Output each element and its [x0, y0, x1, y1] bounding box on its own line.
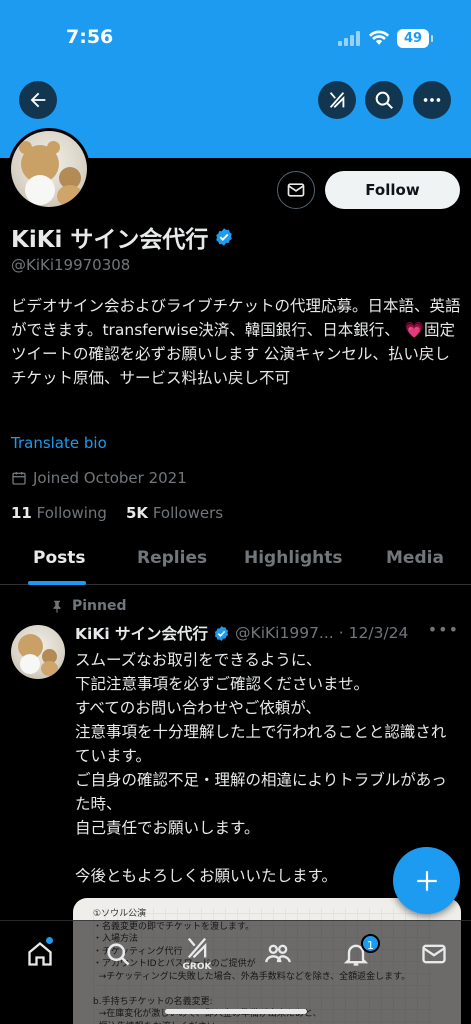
following-label: Following	[36, 504, 107, 522]
followers-label: Followers	[152, 504, 224, 522]
profile-tabs: Posts Replies Highlights Media	[0, 536, 471, 585]
search-icon	[107, 943, 130, 966]
translate-bio-link[interactable]: Translate bio	[11, 434, 107, 452]
follow-button[interactable]: Follow	[325, 171, 460, 209]
tab-highlights[interactable]: Highlights	[244, 548, 343, 568]
profile-avatar[interactable]	[8, 128, 90, 210]
post-more-button[interactable]: •••	[428, 620, 459, 639]
pinned-label: Pinned	[50, 598, 127, 614]
nav-search[interactable]	[103, 939, 133, 969]
message-button[interactable]	[277, 171, 315, 209]
arrow-left-icon	[30, 92, 46, 108]
plus-icon	[416, 870, 437, 891]
pinned-text: Pinned	[72, 598, 127, 614]
search-icon	[375, 91, 393, 109]
mail-icon	[422, 944, 446, 964]
nav-communities[interactable]	[263, 939, 293, 969]
post-text: スムーズなお取引をできるように、 下記注意事項を必ずご確認くださいませ。 すべて…	[75, 651, 447, 885]
home-indicator[interactable]	[165, 1009, 307, 1014]
post-avatar[interactable]	[11, 625, 65, 679]
followers-count: 5K	[125, 504, 149, 522]
verified-badge-icon[interactable]	[214, 227, 234, 247]
cellular-signal-icon	[338, 31, 362, 46]
active-tab-indicator	[28, 581, 86, 585]
grok-icon	[187, 937, 207, 959]
post-date[interactable]: 12/3/24	[349, 624, 409, 642]
more-button[interactable]	[413, 81, 451, 119]
mail-icon	[287, 183, 305, 197]
joined-date: Joined October 2021	[11, 469, 187, 487]
post-author-handle[interactable]: @KiKi1997...	[235, 624, 334, 642]
follow-stats: 11 Following 5K Followers	[11, 504, 223, 522]
wifi-icon	[368, 30, 390, 45]
notification-count-badge: 1	[361, 934, 380, 953]
status-bar: 7:56 49	[0, 0, 471, 72]
avatar-image	[11, 131, 87, 207]
post-separator: ·	[338, 624, 344, 642]
tab-posts[interactable]: Posts	[33, 548, 86, 568]
pin-icon	[53, 600, 61, 613]
grok-label: GROK	[182, 962, 212, 972]
compose-post-button[interactable]	[393, 847, 460, 914]
calendar-icon	[12, 472, 26, 485]
back-button[interactable]	[19, 81, 57, 119]
search-button[interactable]	[365, 81, 403, 119]
people-icon	[265, 944, 291, 963]
nav-messages[interactable]	[419, 939, 449, 969]
profile-bio: ビデオサイン会およびライブチケットの代理応募。日本語、英語ができます。trans…	[11, 297, 461, 387]
verified-badge-icon	[214, 625, 229, 641]
grok-button[interactable]	[318, 81, 356, 119]
followers-link[interactable]: 5K Followers	[126, 504, 223, 522]
tab-replies[interactable]: Replies	[137, 548, 207, 568]
tab-media[interactable]: Media	[386, 548, 444, 568]
home-unread-dot	[46, 937, 53, 944]
following-count: 11	[11, 504, 32, 522]
more-horizontal-icon	[423, 98, 441, 102]
post-author-name[interactable]: KiKi サイン会代行	[75, 622, 208, 644]
battery-icon: 49	[397, 29, 433, 48]
nav-grok[interactable]: GROK	[182, 931, 212, 975]
profile-name: KiKi サイン会代行	[11, 220, 234, 254]
post-header: KiKi サイン会代行 @KiKi1997... · 12/3/24 •••	[75, 620, 465, 644]
status-time: 7:56	[66, 26, 114, 48]
joined-text: Joined October 2021	[33, 469, 187, 487]
profile-handle: @KiKi19970308	[11, 256, 131, 274]
profile-name-text: KiKi サイン会代行	[11, 227, 209, 253]
grok-icon	[329, 92, 345, 108]
home-icon	[28, 941, 52, 966]
following-link[interactable]: 11 Following	[11, 504, 107, 522]
